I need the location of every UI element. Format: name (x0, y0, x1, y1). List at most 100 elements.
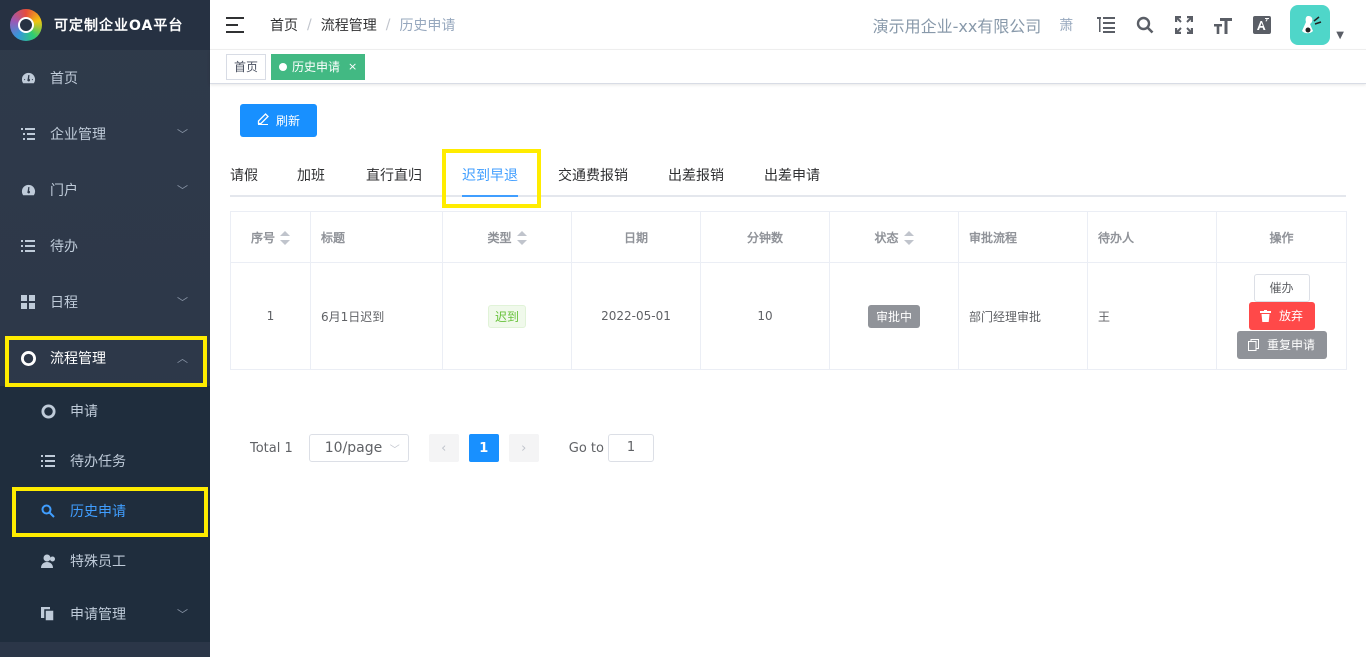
tab-trip-apply[interactable]: 出差申请 (764, 156, 820, 197)
type-badge: 迟到 (487, 304, 526, 328)
sidebar-item-label: 日程 (50, 295, 78, 311)
sidebar-item-todo[interactable]: 待办 (0, 218, 210, 274)
translate-icon[interactable] (1251, 14, 1273, 36)
table-row: 1 6月1日迟到 迟到 2022-05-01 10 审批中 部门经理审批 王 催… (230, 262, 1347, 370)
chevron-down-icon: ﹀ (177, 128, 188, 141)
tab-trip-reimburse[interactable]: 出差报销 (668, 156, 724, 197)
copy-icon (40, 606, 56, 622)
lifebuoy-icon (20, 350, 36, 366)
search-icon (40, 503, 56, 519)
chevron-down-icon: ﹀ (177, 608, 188, 621)
tab-active-bar (462, 195, 518, 197)
goto-input[interactable]: 1 (607, 434, 654, 462)
sidebar-subitem-apply-management[interactable]: 申请管理 ﹀ (0, 586, 210, 642)
status-badge: 审批中 (867, 304, 920, 328)
main-area: 首页 / 流程管理 / 历史申请 演示用企业-xx有限公司 萧 ▼ 首页 历史申… (210, 0, 1366, 657)
fullscreen-icon[interactable] (1173, 14, 1195, 36)
brand: 可定制企业OA平台 (0, 0, 210, 50)
refresh-button[interactable]: 刷新 (240, 104, 317, 137)
close-icon[interactable]: × (348, 55, 357, 79)
sidebar-item-label: 流程管理 (50, 351, 106, 367)
chevron-down-icon: ﹀ (177, 184, 188, 197)
sidebar-item-label: 首页 (50, 71, 78, 87)
column-header: 审批流程 (958, 211, 1088, 263)
font-size-icon[interactable] (1212, 14, 1234, 36)
column-header: 待办人 (1087, 211, 1217, 263)
sidebar-item-workflow[interactable]: 流程管理 ︿ (0, 330, 210, 386)
list-icon (40, 453, 56, 469)
caret-down-icon[interactable]: ▼ (1336, 30, 1344, 41)
copy-icon (1247, 338, 1259, 351)
chevron-down-icon: ﹀ (389, 444, 400, 456)
tag-history[interactable]: 历史申请 × (271, 53, 366, 80)
sidebar-subitem-label: 申请 (70, 404, 98, 420)
urge-button[interactable]: 催办 (1253, 273, 1310, 302)
tree-list-icon[interactable] (1095, 14, 1117, 36)
breadcrumb-item[interactable]: 流程管理 (321, 15, 377, 35)
breadcrumb-item[interactable]: 首页 (270, 15, 298, 35)
cell-flow: 部门经理审批 (958, 262, 1088, 370)
dashboard-icon (20, 70, 36, 86)
column-header[interactable]: 类型 (442, 211, 572, 263)
goto-page: Go to 1 (569, 434, 654, 462)
sort-icon[interactable] (280, 231, 290, 245)
column-header[interactable]: 序号 (230, 211, 311, 263)
chevron-down-icon: ﹀ (177, 296, 188, 309)
tag-home[interactable]: 首页 (226, 53, 267, 80)
cell-date: 2022-05-01 (571, 262, 701, 370)
sidebar-item-portal[interactable]: 门户 ﹀ (0, 162, 210, 218)
sidebar-subitem-apply[interactable]: 申请 (0, 386, 210, 436)
navbar: 首页 / 流程管理 / 历史申请 演示用企业-xx有限公司 萧 ▼ (210, 0, 1366, 50)
sidebar-subitem-todo-tasks[interactable]: 待办任务 (0, 436, 210, 486)
abandon-button[interactable]: 放弃 (1248, 301, 1315, 330)
sidebar-subitem-label: 待办任务 (70, 454, 126, 470)
sort-icon[interactable] (516, 231, 527, 245)
pagination: Total 1 10/page ﹀ ‹ 1 › Go to 1 (250, 434, 654, 462)
search-icon[interactable] (1134, 14, 1156, 36)
sidebar-item-enterprise[interactable]: 企业管理 ﹀ (0, 106, 210, 162)
sidebar-item-label: 企业管理 (50, 127, 106, 143)
tab-transport-reimburse[interactable]: 交通费报销 (558, 156, 628, 197)
prev-page-button[interactable]: ‹ (428, 434, 459, 462)
repeat-apply-button[interactable]: 重复申请 (1236, 330, 1327, 359)
page-number[interactable]: 1 (468, 434, 499, 462)
cell-title: 6月1日迟到 (310, 262, 443, 370)
tab-late-early[interactable]: 迟到早退 (462, 156, 518, 197)
tab-direct-go-return[interactable]: 直行直归 (366, 156, 422, 197)
app-logo-icon (10, 9, 42, 41)
sidebar-item-schedule[interactable]: 日程 ﹀ (0, 274, 210, 330)
tabs: 请假 加班 直行直归 迟到早退 交通费报销 出差报销 出差申请 (230, 156, 1346, 197)
next-page-button[interactable]: › (508, 434, 539, 462)
column-header[interactable]: 状态 (829, 211, 959, 263)
page-size-select[interactable]: 10/page ﹀ (308, 434, 409, 462)
column-header: 日期 (571, 211, 701, 263)
list-icon (20, 126, 36, 142)
submenu-workflow: 申请 待办任务 历史申请 特殊员工 申请管理 ﹀ (0, 386, 210, 642)
app-title: 可定制企业OA平台 (54, 18, 184, 34)
breadcrumb-item: 历史申请 (399, 17, 456, 34)
sidebar-item-home[interactable]: 首页 (0, 50, 210, 106)
tags-view: 首页 历史申请 × (210, 50, 1366, 84)
pagination-total: Total 1 (250, 440, 293, 456)
avatar[interactable] (1290, 5, 1331, 45)
sidebar-subitem-label: 申请管理 (70, 607, 126, 623)
chevron-up-icon: ︿ (177, 352, 188, 365)
sort-icon[interactable] (903, 231, 914, 245)
grid-icon (20, 294, 36, 310)
cell-minutes: 10 (700, 262, 830, 370)
trash-icon (1259, 309, 1271, 322)
tab-overtime[interactable]: 加班 (297, 156, 325, 197)
cell-index: 1 (230, 262, 311, 370)
hamburger-icon[interactable] (226, 16, 244, 33)
refresh-label: 刷新 (275, 114, 300, 128)
history-table: 序号 标题 类型 日期 分钟数 状态 审批流程 待办人 操作 1 6月1日迟到 … (230, 211, 1347, 370)
column-header: 分钟数 (700, 211, 830, 263)
user-icon (40, 553, 56, 569)
column-header: 标题 (310, 211, 443, 263)
active-dot-icon (279, 62, 288, 71)
sidebar-subitem-history[interactable]: 历史申请 (0, 486, 210, 536)
dashboard-icon (20, 182, 36, 198)
sidebar-subitem-special-staff[interactable]: 特殊员工 (0, 536, 210, 586)
tab-leave[interactable]: 请假 (230, 156, 258, 197)
sidebar: 可定制企业OA平台 首页 企业管理 ﹀ 门户 ﹀ 待办 日程 ﹀ 流程管理 ︿ … (0, 0, 210, 657)
